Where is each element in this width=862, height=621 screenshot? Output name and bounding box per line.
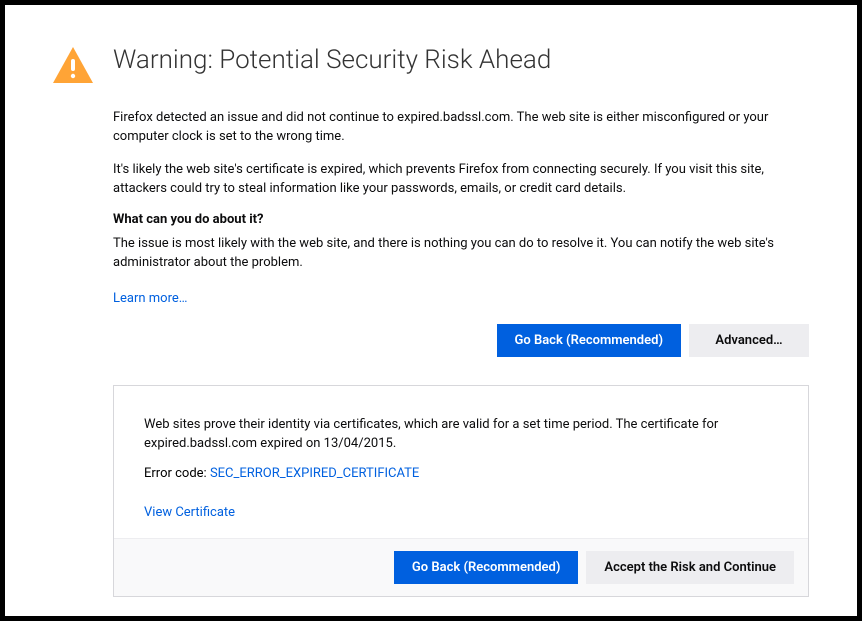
- accept-risk-button[interactable]: Accept the Risk and Continue: [586, 551, 794, 584]
- advanced-explanation: Web sites prove their identity via certi…: [144, 416, 778, 454]
- subheading: What can you do about it?: [113, 212, 809, 227]
- intro-paragraph-1: Firefox detected an issue and did not co…: [113, 109, 809, 147]
- header-row: Warning: Potential Security Risk Ahead: [53, 45, 809, 87]
- title-container: Warning: Potential Security Risk Ahead: [113, 45, 809, 76]
- security-warning-page: Warning: Potential Security Risk Ahead F…: [5, 5, 857, 616]
- intro-paragraph-3: The issue is most likely with the web si…: [113, 235, 809, 273]
- page-title: Warning: Potential Security Risk Ahead: [113, 45, 809, 76]
- advanced-button-row: Go Back (Recommended) Accept the Risk an…: [114, 538, 808, 596]
- primary-button-row: Go Back (Recommended) Advanced…: [113, 324, 809, 357]
- intro-paragraph-2: It's likely the web site's certificate i…: [113, 161, 809, 199]
- advanced-panel: Web sites prove their identity via certi…: [113, 385, 809, 597]
- go-back-button[interactable]: Go Back (Recommended): [497, 324, 682, 357]
- body-section: Firefox detected an issue and did not co…: [113, 109, 809, 357]
- go-back-button-2[interactable]: Go Back (Recommended): [394, 551, 579, 584]
- error-code-label: Error code:: [144, 466, 210, 481]
- advanced-button[interactable]: Advanced…: [689, 324, 809, 357]
- learn-more-link[interactable]: Learn more…: [113, 291, 187, 306]
- advanced-body: Web sites prove their identity via certi…: [114, 386, 808, 538]
- view-certificate-link[interactable]: View Certificate: [144, 505, 778, 520]
- warning-triangle-icon: [53, 47, 93, 87]
- error-code-line: Error code: SEC_ERROR_EXPIRED_CERTIFICAT…: [144, 466, 778, 481]
- error-code-link[interactable]: SEC_ERROR_EXPIRED_CERTIFICATE: [210, 466, 419, 481]
